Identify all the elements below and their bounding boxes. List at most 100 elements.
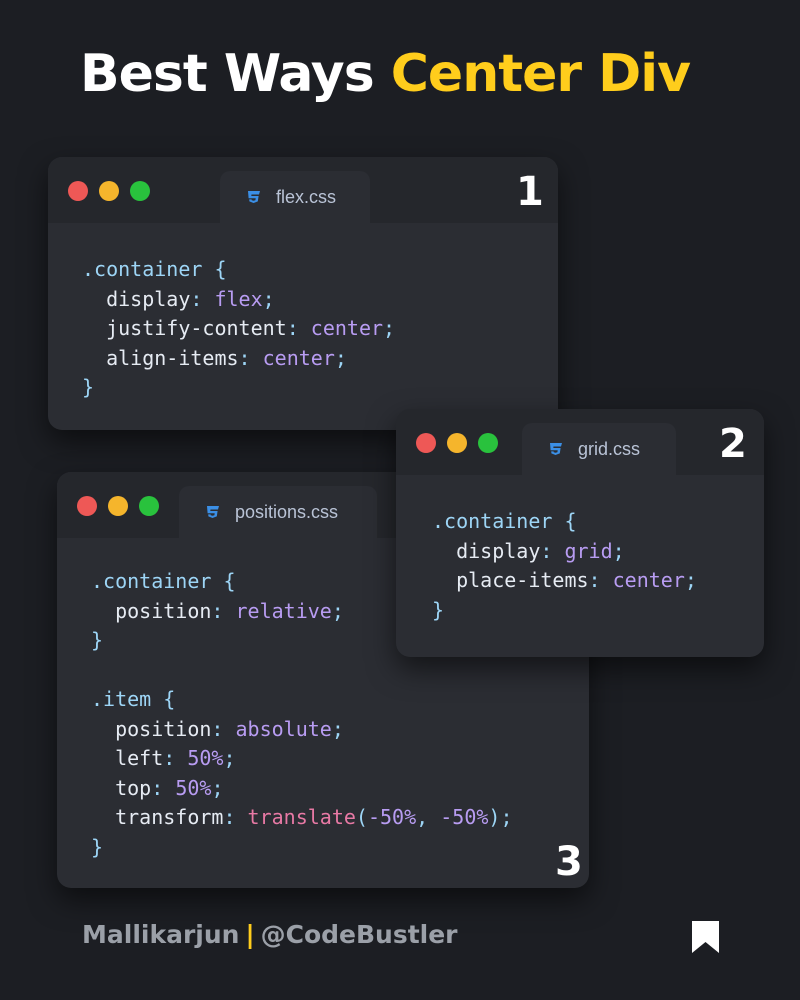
code-token: position — [91, 716, 212, 741]
window-controls — [68, 181, 150, 201]
window-controls — [77, 496, 159, 516]
code-token: transform — [91, 805, 224, 829]
window-number: 2 — [719, 421, 747, 467]
code-token: display — [82, 286, 191, 311]
window-number: 3 — [555, 839, 583, 885]
code-token: ; — [223, 746, 236, 770]
code-line: place-items: center; — [432, 566, 697, 596]
tab-filename: flex.css — [276, 186, 337, 207]
css3-icon — [550, 443, 562, 455]
code-line: .container { — [82, 255, 395, 285]
tab-flex-css[interactable]: flex.css — [220, 171, 370, 223]
code-line: .item { — [91, 685, 513, 715]
code-line: } — [82, 373, 395, 403]
code-token: ; — [383, 316, 396, 340]
title-text: Best Ways — [80, 44, 375, 104]
code-token: : — [151, 775, 176, 800]
code-token: : — [588, 568, 613, 592]
code-token: left — [91, 746, 164, 770]
code-token: center — [310, 316, 384, 340]
close-dot[interactable] — [77, 496, 97, 516]
code-line: display: flex; — [82, 285, 395, 315]
code-token: : — [286, 316, 311, 340]
code-token: display — [432, 538, 541, 563]
code-token: grid — [564, 538, 613, 563]
code-token: center — [612, 568, 685, 592]
code-token: : — [211, 598, 236, 623]
code-block: .container { display: grid; place-items:… — [432, 507, 697, 625]
tab-filename: positions.css — [235, 501, 339, 522]
maximize-dot[interactable] — [130, 181, 150, 201]
code-window-flex: flex.css 1 .container { display: flex; j… — [48, 157, 558, 430]
code-token: ; — [211, 775, 224, 800]
code-token: ; — [612, 538, 625, 563]
window-titlebar: grid.css 2 — [396, 409, 764, 475]
code-token: ; — [684, 568, 697, 592]
code-token: : — [223, 805, 248, 829]
bookmark-icon[interactable] — [692, 921, 719, 953]
code-token: -50% — [440, 805, 489, 829]
maximize-dot[interactable] — [139, 496, 159, 516]
code-token: absolute — [235, 716, 332, 741]
code-token: .container — [91, 569, 212, 593]
code-line: transform: translate(-50%, -50%); — [91, 803, 513, 833]
close-dot[interactable] — [68, 181, 88, 201]
code-token: : — [211, 716, 236, 741]
code-token: , — [416, 805, 441, 829]
window-number: 1 — [516, 169, 544, 215]
code-line: left: 50%; — [91, 744, 513, 774]
code-line: top: 50%; — [91, 774, 513, 804]
code-token: : — [540, 538, 565, 563]
code-token: .container — [432, 509, 553, 533]
code-line: .container { — [432, 507, 697, 537]
code-token: justify-content — [82, 316, 287, 340]
code-window-grid: grid.css 2 .container { display: grid; p… — [396, 409, 764, 657]
tab-positions-css[interactable]: positions.css — [179, 486, 377, 538]
code-token: ; — [331, 598, 344, 623]
tab-grid-css[interactable]: grid.css — [522, 423, 676, 475]
code-token: { — [552, 509, 577, 533]
code-token: center — [262, 345, 335, 370]
window-titlebar: flex.css 1 — [48, 157, 558, 223]
code-token: } — [82, 375, 95, 399]
code-token: { — [202, 257, 227, 281]
code-token: } — [432, 597, 445, 622]
code-token: .item — [91, 687, 152, 711]
maximize-dot[interactable] — [478, 433, 498, 453]
code-token: align-items — [82, 345, 239, 370]
code-token: relative — [235, 598, 332, 623]
separator: | — [245, 920, 255, 949]
code-token: { — [151, 687, 176, 711]
code-block: .container { display: flex; justify-cont… — [82, 255, 395, 403]
code-line: } — [91, 833, 513, 863]
code-token: { — [211, 569, 236, 593]
page-title: Best Ways Center Div — [80, 44, 691, 104]
code-token: : — [190, 286, 215, 311]
minimize-dot[interactable] — [99, 181, 119, 201]
code-token: 50% — [187, 746, 224, 770]
code-token: } — [91, 834, 104, 859]
code-token: .container — [82, 257, 203, 281]
code-line: align-items: center; — [82, 344, 395, 374]
code-token: ; — [334, 345, 347, 370]
code-token: translate — [247, 805, 356, 829]
code-line: justify-content: center; — [82, 314, 395, 344]
code-line: position: absolute; — [91, 715, 513, 745]
author-name: Mallikarjun — [82, 920, 240, 949]
code-token: ; — [262, 286, 275, 311]
author-handle: @CodeBustler — [260, 920, 458, 949]
code-token: 50% — [175, 775, 212, 800]
code-token: ); — [488, 805, 513, 829]
tab-filename: grid.css — [578, 438, 641, 459]
code-token: position — [91, 598, 212, 623]
code-token: top — [91, 775, 152, 800]
code-token: : — [163, 746, 188, 770]
code-token: place-items — [432, 568, 589, 592]
code-line: display: grid; — [432, 537, 697, 567]
css3-icon — [207, 506, 219, 518]
minimize-dot[interactable] — [108, 496, 128, 516]
minimize-dot[interactable] — [447, 433, 467, 453]
window-controls — [416, 433, 498, 453]
close-dot[interactable] — [416, 433, 436, 453]
